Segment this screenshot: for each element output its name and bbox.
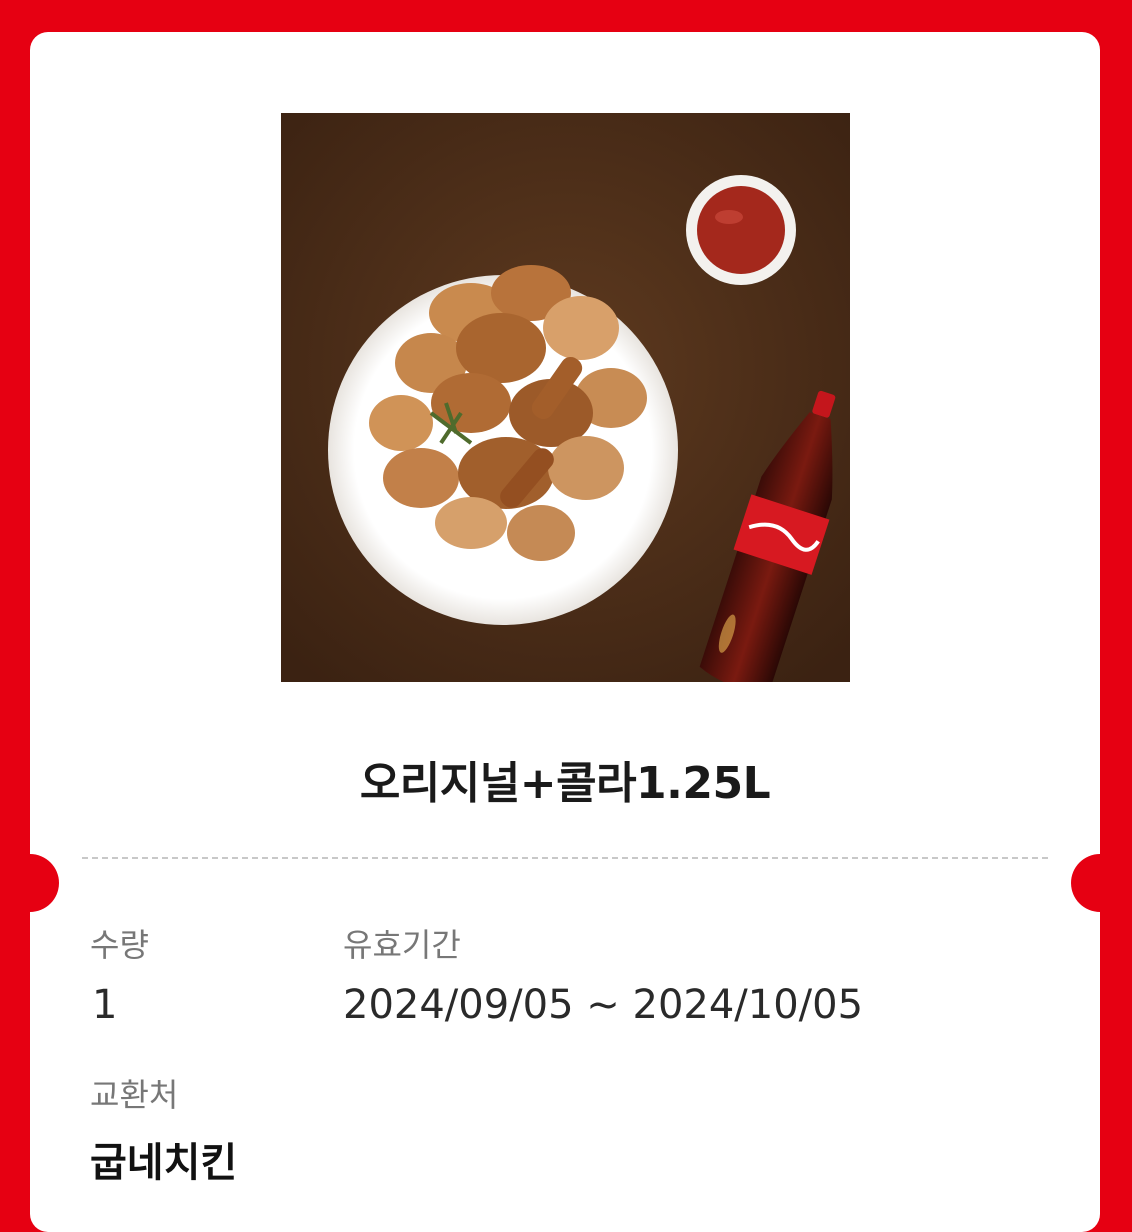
- validity-label: 유효기간: [343, 926, 461, 964]
- dashed-divider: [82, 857, 1048, 859]
- ticket-notch-right: [1071, 854, 1129, 912]
- product-title: 오리지널+콜라1.25L: [359, 758, 771, 809]
- ticket-notch-left: [1, 854, 59, 912]
- store-value: 굽네치킨: [90, 1140, 238, 1186]
- product-image: [281, 113, 850, 682]
- validity-value: 2024/09/05 ~ 2024/10/05: [343, 982, 864, 1028]
- store-label: 교환처: [90, 1076, 179, 1114]
- quantity-label: 수량: [90, 926, 149, 964]
- coupon-card: 오리지널+콜라1.25L 수량 1 유효기간 2024/09/05 ~ 2024…: [1, 32, 1129, 1232]
- quantity-value: 1: [92, 982, 118, 1028]
